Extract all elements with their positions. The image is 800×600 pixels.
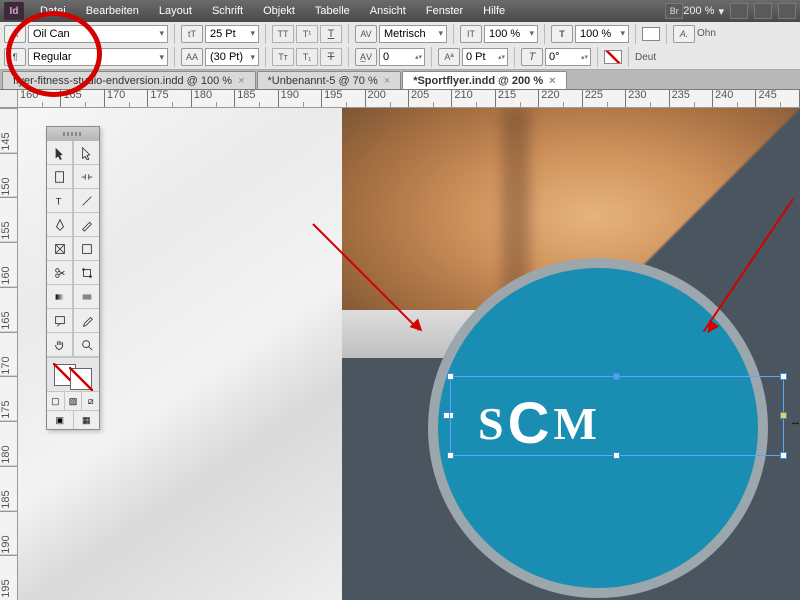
- menu-bearbeiten[interactable]: Bearbeiten: [76, 0, 149, 22]
- skew-input[interactable]: 0°: [545, 48, 591, 66]
- note-tool[interactable]: [47, 309, 73, 333]
- menu-tabelle[interactable]: Tabelle: [305, 0, 360, 22]
- pen-tool[interactable]: [47, 213, 73, 237]
- view-options-icon[interactable]: [730, 3, 748, 19]
- fill-stroke-proxy[interactable]: [47, 357, 99, 391]
- paragraph-mode-icon[interactable]: ¶: [4, 48, 26, 66]
- vertical-ruler[interactable]: 145150 155160 165170 175180 185190 195: [0, 108, 18, 600]
- apply-gradient-button[interactable]: ▨: [65, 392, 83, 410]
- tab-flyer-fitness[interactable]: flyer-fitness-studio-endversion.indd @ 1…: [2, 71, 256, 89]
- gap-tool[interactable]: [73, 165, 99, 189]
- app-logo: Id: [4, 2, 24, 20]
- tracking-input[interactable]: 0: [379, 48, 425, 66]
- svg-text:T: T: [55, 196, 61, 207]
- tracking-icon: A̲V: [355, 48, 377, 66]
- baseline-icon: Aª: [438, 48, 460, 66]
- line-tool[interactable]: [73, 189, 99, 213]
- close-icon[interactable]: ×: [238, 75, 244, 87]
- vertical-scale-dropdown[interactable]: 100 %: [484, 25, 538, 43]
- menu-schrift[interactable]: Schrift: [202, 0, 253, 22]
- smallcaps-icon[interactable]: Tᴛ: [272, 48, 294, 66]
- handle-top-mid[interactable]: [613, 373, 620, 380]
- canvas[interactable]: SCM ↔ T: [18, 108, 800, 600]
- text-frame-selection[interactable]: ↔: [450, 376, 784, 456]
- leading-icon: A͏A: [181, 48, 203, 66]
- handle-top-left[interactable]: [447, 373, 454, 380]
- arrange-icon[interactable]: [778, 3, 796, 19]
- pencil-tool[interactable]: [73, 213, 99, 237]
- page-tool[interactable]: [47, 165, 73, 189]
- subscript-icon[interactable]: T₁: [296, 48, 318, 66]
- resize-cursor-icon: ↔: [790, 416, 800, 428]
- char-style-hint: Ohn: [697, 28, 716, 39]
- handle-mid-right[interactable]: [780, 412, 787, 419]
- stroke-swatch[interactable]: [604, 50, 622, 64]
- font-size-icon: tT: [181, 25, 203, 43]
- handle-bot-right[interactable]: [780, 452, 787, 459]
- zoom-dropdown[interactable]: 200 %▾: [683, 5, 724, 18]
- hscale-icon: T: [551, 25, 573, 43]
- font-size-dropdown[interactable]: 25 Pt: [205, 25, 259, 43]
- underline-icon[interactable]: T: [320, 25, 342, 43]
- eyedropper-tool[interactable]: [73, 309, 99, 333]
- fill-swatch[interactable]: [642, 27, 660, 41]
- menu-layout[interactable]: Layout: [149, 0, 202, 22]
- apply-color-button[interactable]: ▢: [47, 392, 65, 410]
- kerning-dropdown[interactable]: Metrisch: [379, 25, 447, 43]
- panel-grip[interactable]: [47, 127, 99, 141]
- vscale-icon: IT: [460, 25, 482, 43]
- allcaps-icon[interactable]: TT: [272, 25, 294, 43]
- tools-panel[interactable]: T ▢ ▨ ⧄: [46, 126, 100, 430]
- menu-ansicht[interactable]: Ansicht: [360, 0, 416, 22]
- text-in-port[interactable]: [443, 412, 450, 419]
- handle-top-right[interactable]: [780, 373, 787, 380]
- handle-bot-left[interactable]: [447, 452, 454, 459]
- rectangle-frame-tool[interactable]: [47, 237, 73, 261]
- menu-bar: Id Datei Bearbeiten Layout Schrift Objek…: [0, 0, 800, 22]
- tab-sportflyer[interactable]: *Sportflyer.indd @ 200 %×: [402, 71, 566, 89]
- handle-bot-mid[interactable]: [613, 452, 620, 459]
- baseline-shift-input[interactable]: 0 Pt: [462, 48, 508, 66]
- horizontal-scale-dropdown[interactable]: 100 %: [575, 25, 629, 43]
- gradient-swatch-tool[interactable]: [47, 285, 73, 309]
- menu-objekt[interactable]: Objekt: [253, 0, 305, 22]
- zoom-value: 200 %: [683, 5, 714, 17]
- skew-icon: T: [521, 48, 543, 66]
- menu-hilfe[interactable]: Hilfe: [473, 0, 515, 22]
- menu-fenster[interactable]: Fenster: [416, 0, 473, 22]
- document-tab-bar: flyer-fitness-studio-endversion.indd @ 1…: [0, 70, 800, 90]
- strikethrough-icon[interactable]: T: [320, 48, 342, 66]
- horizontal-ruler[interactable]: 160165 170175 180185 190195 200205 21021…: [18, 90, 800, 108]
- close-icon[interactable]: ×: [384, 75, 390, 87]
- bridge-button[interactable]: Br: [665, 3, 683, 19]
- superscript-icon[interactable]: T¹: [296, 25, 318, 43]
- ruler-origin[interactable]: [0, 90, 18, 108]
- zoom-tool[interactable]: [73, 333, 99, 357]
- hand-tool[interactable]: [47, 333, 73, 357]
- rectangle-tool[interactable]: [73, 237, 99, 261]
- kerning-icon: A͏V: [355, 25, 377, 43]
- font-style-dropdown[interactable]: Regular: [28, 48, 168, 66]
- font-family-dropdown[interactable]: Oil Can: [28, 25, 168, 43]
- language-label: Deut: [635, 52, 656, 63]
- free-transform-tool[interactable]: [73, 261, 99, 285]
- preview-view-button[interactable]: ▦: [74, 411, 100, 429]
- tab-unbenannt[interactable]: *Unbenannt-5 @ 70 %×: [257, 71, 402, 89]
- screen-mode-icon[interactable]: [754, 3, 772, 19]
- normal-view-button[interactable]: ▣: [47, 411, 74, 429]
- gradient-feather-tool[interactable]: [73, 285, 99, 309]
- control-bar: A Oil Can tT 25 Pt TT T¹ T A͏V Metrisch …: [0, 22, 800, 70]
- stroke-proxy[interactable]: [70, 368, 92, 390]
- char-style-icon: A.: [673, 25, 695, 43]
- apply-none-button[interactable]: ⧄: [82, 392, 99, 410]
- type-tool[interactable]: T: [47, 189, 73, 213]
- direct-selection-tool[interactable]: [73, 141, 99, 165]
- workspace: 160165 170175 180185 190195 200205 21021…: [0, 90, 800, 600]
- menu-datei[interactable]: Datei: [30, 0, 76, 22]
- scissors-tool[interactable]: [47, 261, 73, 285]
- close-icon[interactable]: ×: [549, 75, 555, 87]
- selection-tool[interactable]: [47, 141, 73, 165]
- leading-dropdown[interactable]: (30 Pt): [205, 48, 259, 66]
- character-mode-icon[interactable]: A: [4, 25, 26, 43]
